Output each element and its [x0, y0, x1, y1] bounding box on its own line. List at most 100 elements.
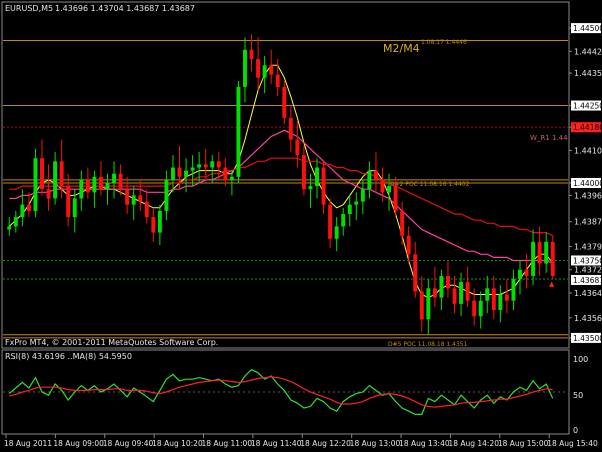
candle-body-28 [190, 167, 195, 171]
candle-body-13 [92, 176, 97, 193]
price-box-label-1: 1.44250 [573, 102, 602, 111]
candle-body-80 [531, 241, 536, 276]
price-tick-label-11: 1.43645 [574, 289, 602, 298]
candle-body-11 [79, 179, 84, 199]
symbol-text: EURUSD,M5 [5, 4, 53, 13]
candle-body-48 [321, 167, 326, 205]
candle-body-31 [210, 161, 215, 168]
top-level-label: 1.08.17 1.4446 [421, 39, 467, 46]
candle-body-10 [72, 198, 77, 218]
candle-body-9 [66, 186, 71, 218]
candle-body-55 [367, 170, 372, 190]
candle-body-33 [223, 167, 228, 180]
price-box-label-0: 1.44500 [573, 24, 602, 33]
candle-body-5 [40, 158, 44, 190]
candle-body-4 [33, 158, 38, 211]
time-tick-label-3: 18 Aug 10:20 [152, 439, 203, 448]
time-tick-label-5: 18 Aug 11:40 [251, 439, 302, 448]
candle-body-8 [59, 161, 64, 187]
candle-body-38 [256, 59, 261, 78]
price-axis: 1.44425 1.44355 1.44105 1.43960 1.43875 1.437… [569, 23, 602, 343]
candle-body-60 [400, 210, 405, 236]
chart-canvas[interactable]: 1.44425 1.44355 1.44105 1.43960 1.43875 1.437… [0, 0, 602, 452]
candle-body-70 [465, 282, 470, 301]
candle-body-15 [105, 183, 110, 190]
candle-body-74 [491, 288, 496, 311]
copyright-text: FxPro MT4, © 2001-2011 MetaQuotes Softwa… [5, 338, 218, 347]
last-price-arrow: ▲ [549, 280, 555, 288]
candle-body-50 [334, 226, 339, 239]
price-tick-label-12: 1.43565 [574, 314, 602, 323]
candle-body-21 [144, 201, 149, 218]
price-tick-label-9: 1.43795 [574, 243, 602, 252]
candle-body-24 [164, 179, 169, 211]
candle-body-69 [459, 282, 464, 304]
candle-body-64 [426, 288, 431, 320]
candle-body-63 [419, 291, 424, 320]
candle-body-78 [518, 269, 522, 280]
candle-body-54 [360, 189, 365, 202]
candle-body-12 [85, 179, 90, 193]
candle-body-29 [197, 164, 202, 168]
candle-body-20 [138, 195, 143, 202]
candle-body-16 [112, 173, 116, 183]
price-tick-label-8: 1.43875 [574, 218, 602, 227]
rsi-level-0: 0 [573, 426, 578, 435]
candle-body-39 [262, 65, 267, 78]
price-tick-label-2: 1.44355 [574, 69, 602, 78]
candle-body-14 [98, 176, 103, 190]
candle-body-36 [243, 49, 247, 87]
price-box-label-4: 1.43750 [573, 256, 602, 265]
candle-body-71 [472, 300, 477, 317]
candle-body-67 [446, 275, 450, 289]
price-box-label-5: 1.43687 [573, 276, 602, 285]
candle-body-6 [46, 189, 51, 199]
rsi-level-50: 50 [573, 391, 583, 400]
candle-body-27 [184, 170, 189, 177]
price-pane[interactable] [1, 1, 570, 349]
candle-body-0 [7, 226, 12, 230]
price-tick-label-10: 1.43720 [574, 266, 602, 275]
candle-body-61 [406, 235, 411, 255]
candle-body-40 [269, 65, 274, 75]
candle-body-57 [380, 179, 385, 193]
price-tick-label-5: 1.44105 [574, 146, 602, 155]
rsi-title: RSI(8) 43.6196 ..MA(8) 54.5950 [5, 352, 132, 361]
candle-body-46 [308, 186, 313, 190]
price-box-label-2: 1.44180 [573, 123, 602, 132]
candle-body-19 [131, 195, 136, 205]
candle-body-75 [498, 294, 503, 311]
dpoc-low-label: D#5 POC 11.08.18 1.4351 [388, 341, 468, 348]
wr1-label: W_R1 1.44 [530, 134, 568, 142]
candle-body-59 [393, 186, 398, 211]
candle-body-37 [249, 49, 254, 60]
m2m4-label: M2/M4 [383, 42, 420, 55]
time-tick-label-11: 18 Aug 15:40 [547, 439, 598, 448]
time-tick-label-8: 18 Aug 13:40 [399, 439, 450, 448]
time-tick-label-6: 18 Aug 12:20 [300, 439, 351, 448]
time-axis: 18 Aug 2011 18 Aug 09:0018 Aug 09:4018 Au… [4, 434, 598, 448]
candle-body-68 [452, 288, 457, 304]
candle-body-45 [301, 155, 306, 190]
candle-body-25 [171, 167, 175, 180]
time-tick-label-10: 18 Aug 15:00 [498, 439, 549, 448]
candle-body-81 [537, 241, 542, 264]
candle-body-73 [485, 288, 490, 301]
time-tick-label-7: 18 Aug 13:00 [350, 439, 401, 448]
candle-body-2 [20, 204, 25, 218]
candle-body-26 [177, 167, 182, 177]
time-tick-label-1: 18 Aug 09:00 [53, 439, 104, 448]
candle-body-79 [524, 269, 529, 276]
time-tick-label-2: 18 Aug 09:40 [103, 439, 154, 448]
candle-body-18 [125, 189, 130, 205]
candle-body-82 [544, 241, 549, 264]
candle-body-47 [315, 167, 319, 187]
candle-body-53 [354, 201, 359, 205]
candle-body-44 [295, 139, 300, 156]
ohlc-text: 1.43696 1.43704 1.43687 1.43687 [55, 4, 195, 13]
candle-body-52 [347, 204, 352, 214]
candle-body-35 [236, 86, 241, 177]
candle-body-62 [413, 254, 418, 292]
price-tick-label-1: 1.44425 [574, 47, 602, 56]
candle-body-83 [550, 241, 555, 276]
